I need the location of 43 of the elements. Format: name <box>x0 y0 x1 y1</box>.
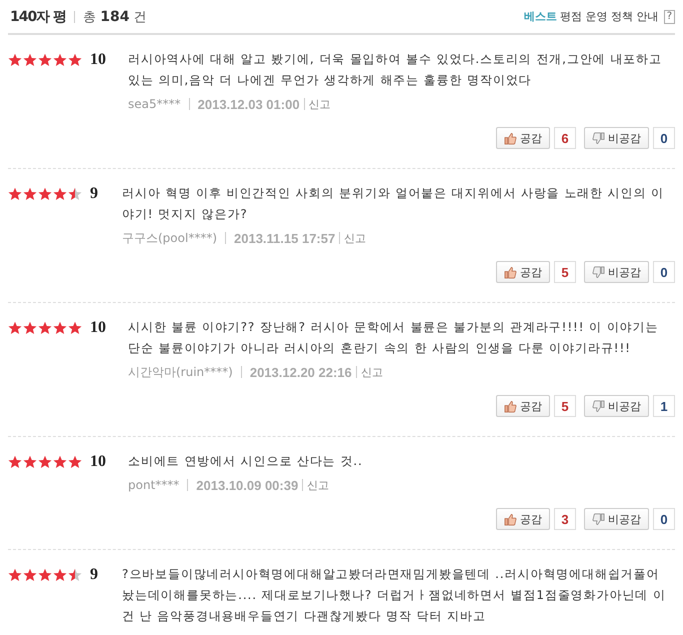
review-text: 소비에트 연방에서 시인으로 산다는 것.. <box>128 453 364 470</box>
best-label: 베스트 <box>524 9 558 24</box>
report-link[interactable]: 신고 <box>307 478 330 492</box>
author-name: 시간악마(ruin****) <box>128 364 233 380</box>
report-link[interactable]: 신고 <box>344 230 366 246</box>
review-date: 2013.12.03 01:00 <box>198 96 300 112</box>
help-button[interactable]: ? <box>664 10 675 24</box>
like-button[interactable]: 공감 <box>496 261 550 283</box>
review-count: 총 184 건 <box>83 8 147 26</box>
review-text: 러시아 혁명 이후 비인간적인 사회의 분위기와 얼어붙은 대지위에서 사랑을 노래한 시인의 이야기! 멋지지 않은가? <box>122 185 666 223</box>
review-text: 시시한 불륜 이야기?? 장난해? 러시아 문학에서 불륜은 불가분의 관계라구!!!! 이 이야기는 단순 불륜이야기가 아니라 러시아의 혼란기 속의 한 사람의 인생을 다룬 이야기라규!!! <box>128 319 660 357</box>
review-text: ?으바보들이많네러시아혁명에대해알고봤더라면재밈게봤을텐데 ..러시아혁명에대해쉽거풀어놨는데이해를못하는.... 제대로보기나했나? 더럽거ㅏ잼없네하면서 별점1점줄영화가아닌데 이건 난 음악풍경내용배우들연기 다괜찮게봤다 명작 닥터 지바고 <box>122 566 667 625</box>
author-name: pont**** <box>128 478 180 492</box>
review-text: 러시아역사에 대해 알고 봤기에, 더욱 몰입하여 볼수 있었다.스토리의 전개,그안에 내포하고 있는 의미,음악 더 나에겐 무언가 생각하게 해주는 훌륭한 명작이었다 <box>128 51 663 89</box>
dislike-button[interactable]: 비공감 <box>584 261 649 283</box>
dislike-button[interactable]: 비공감 <box>584 127 649 149</box>
section-title: 140자 평 <box>10 8 66 26</box>
review-date: 2013.12.20 22:16 <box>250 364 352 380</box>
like-count: 3 <box>554 508 576 530</box>
dislike-count: 1 <box>653 395 675 417</box>
dislike-count: 0 <box>653 261 675 283</box>
dislike-button[interactable]: 비공감 <box>584 395 649 417</box>
review-date: 2013.10.09 00:39 <box>196 478 298 492</box>
report-link[interactable]: 신고 <box>308 96 331 112</box>
like-button[interactable]: 공감 <box>496 127 550 149</box>
score: 10 <box>90 452 106 470</box>
report-link[interactable]: 신고 <box>360 364 383 380</box>
policy-link[interactable]: 평점 운영 정책 안내 <box>560 9 659 24</box>
like-count: 6 <box>554 127 576 149</box>
author-name: sea5**** <box>128 97 181 111</box>
review-date: 2013.11.15 17:57 <box>234 230 336 246</box>
author-name: 구구스(pool****) <box>122 230 217 246</box>
like-button[interactable]: 공감 <box>496 508 550 530</box>
dislike-button[interactable]: 비공감 <box>584 508 649 530</box>
score: 9 <box>90 184 99 202</box>
score: 10 <box>90 50 106 68</box>
like-button[interactable]: 공감 <box>496 395 550 417</box>
score: 10 <box>90 318 106 336</box>
score: 9 <box>90 566 99 584</box>
dislike-count: 0 <box>653 127 675 149</box>
like-count: 5 <box>554 395 576 417</box>
dislike-count: 0 <box>653 508 675 530</box>
like-count: 5 <box>554 261 576 283</box>
